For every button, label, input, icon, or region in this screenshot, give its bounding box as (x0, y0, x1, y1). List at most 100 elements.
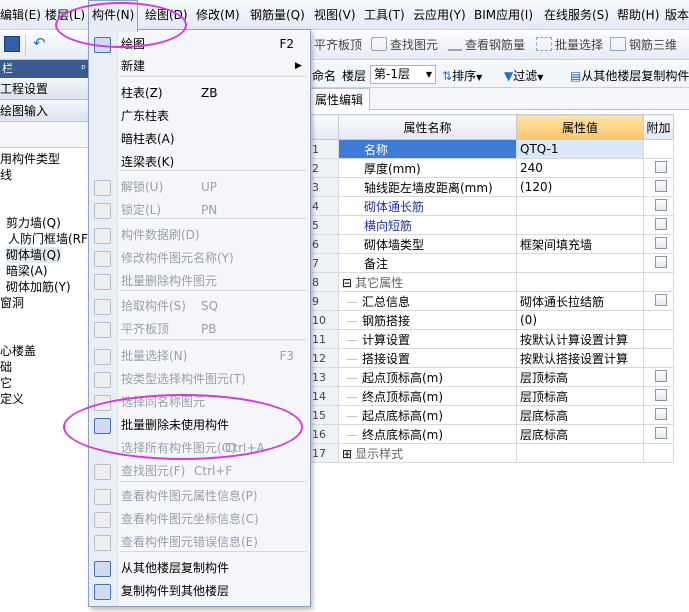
menu-bim[interactable]: BIM应用(I) (474, 0, 533, 30)
property-value-cell[interactable]: 层底标高 (516, 424, 644, 444)
property-value-cell[interactable] (516, 196, 644, 216)
property-name-cell[interactable]: — 起点底标高(m) (338, 405, 517, 425)
sort-button[interactable]: ⇅排序▼ (442, 67, 482, 84)
menu-version[interactable]: 版本 (665, 0, 689, 30)
menu-help[interactable]: 帮助(H) (617, 0, 659, 30)
table-row[interactable]: 8 ⊟ 其它属性 (308, 272, 674, 292)
property-value-cell[interactable]: 按默认搭接设置计算 (516, 348, 644, 368)
property-value-cell[interactable] (516, 272, 644, 292)
tree-item[interactable]: 线 (0, 167, 12, 183)
table-row[interactable]: 2 厚度(mm) 240 (308, 158, 674, 178)
menu-rebar-quantity[interactable]: 钢筋量(Q) (250, 0, 305, 30)
table-row[interactable]: 14 — 终点顶标高(m) 层顶标高 (308, 386, 674, 406)
rebar-3d-button[interactable]: 钢筋三维 (610, 37, 677, 53)
menu-modify[interactable]: 修改(M) (196, 0, 240, 30)
expand-icon[interactable]: ⊞ (342, 447, 352, 461)
extra-checkbox[interactable] (655, 389, 667, 401)
tree-item[interactable]: 剪力墙(Q) (6, 215, 61, 231)
extra-checkbox[interactable] (655, 370, 667, 382)
menu-tools[interactable]: 工具(T) (364, 0, 405, 30)
rename-button[interactable]: 命名 (312, 67, 336, 84)
table-row[interactable]: 1 名称 QTQ-1 (308, 139, 674, 159)
menu-item[interactable]: 新建 ▶ (89, 55, 310, 78)
property-name-cell[interactable]: — 计算设置 (338, 329, 517, 349)
menu-cloud[interactable]: 云应用(Y) (413, 0, 466, 30)
property-name-cell[interactable]: ⊟ 其它属性 (338, 272, 517, 292)
property-name-cell[interactable]: — 起点顶标高(m) (338, 367, 517, 387)
property-value-cell[interactable] (516, 215, 644, 235)
table-row[interactable]: 15 — 起点底标高(m) 层底标高 (308, 405, 674, 425)
property-value-cell[interactable]: 240 (516, 158, 644, 178)
extra-checkbox[interactable] (655, 218, 667, 230)
extra-checkbox[interactable] (655, 237, 667, 249)
table-row[interactable]: 12 — 搭接设置 按默认搭接设置计算 (308, 348, 674, 368)
property-name-cell[interactable]: — 终点顶标高(m) (338, 386, 517, 406)
pin-icon[interactable]: ᵖ (81, 60, 86, 78)
extra-checkbox[interactable] (655, 180, 667, 192)
property-name-cell[interactable]: 名称 (338, 139, 517, 159)
menu-floor[interactable]: 楼层(L) (45, 0, 85, 30)
tree-item[interactable]: 心楼盖 (0, 343, 36, 359)
menu-item[interactable]: 暗柱表(A) (89, 128, 310, 151)
extra-checkbox[interactable] (655, 408, 667, 420)
table-row[interactable]: 13 — 起点顶标高(m) 层顶标高 (308, 367, 674, 387)
property-value-cell[interactable] (516, 253, 644, 273)
property-name-cell[interactable]: — 搭接设置 (338, 348, 517, 368)
tab-drawing-input[interactable]: 绘图输入 (0, 100, 90, 122)
property-name-cell[interactable]: 轴线距左墙皮距离(mm) (338, 177, 517, 197)
menu-component[interactable]: 构件(N) (88, 0, 139, 32)
find-element-button[interactable]: 查找图元 (371, 37, 438, 53)
floor-select[interactable]: 第-1层 ▼ (370, 65, 436, 84)
property-name-cell[interactable]: 横向短筋 (338, 215, 517, 235)
table-row[interactable]: 17 ⊞ 显示样式 (308, 443, 674, 463)
align-slab-top-button[interactable]: 平齐板顶 (314, 37, 362, 53)
tree-item[interactable]: 定义 (0, 391, 24, 407)
tree-item[interactable]: 暗梁(A) (6, 263, 48, 279)
view-rebar-button[interactable]: 查看钢筋量 (448, 37, 525, 53)
undo-icon[interactable]: ↶ (33, 34, 46, 52)
menu-view[interactable]: 视图(V) (314, 0, 356, 30)
save-icon[interactable] (4, 36, 20, 52)
property-value-cell[interactable]: 按默认计算设置计算 (516, 329, 644, 349)
property-name-cell[interactable]: 砌体墙类型 (338, 234, 517, 254)
property-value-cell[interactable] (516, 443, 644, 463)
extra-checkbox[interactable] (655, 199, 667, 211)
property-value-cell[interactable]: (120) (516, 177, 644, 197)
menu-item[interactable]: 批量删除未使用构件 (89, 414, 310, 437)
menu-item[interactable]: 广东柱表 (89, 105, 310, 128)
table-row[interactable]: 5 横向短筋 (308, 215, 674, 235)
menu-draw[interactable]: 绘图(D) (145, 0, 188, 30)
property-name-cell[interactable]: — 汇总信息 (338, 291, 517, 311)
table-row[interactable]: 6 砌体墙类型 框架间填充墙 (308, 234, 674, 254)
property-value-cell[interactable]: 框架间填充墙 (516, 234, 644, 254)
table-row[interactable]: 9 — 汇总信息 砌体通长拉结筋 (308, 291, 674, 311)
property-name-cell[interactable]: 厚度(mm) (338, 158, 517, 178)
tab-project-settings[interactable]: 工程设置 (0, 78, 90, 100)
copy-from-floor-button[interactable]: ▤从其他楼层复制构件 (570, 67, 689, 84)
tree-item-selected[interactable]: 砌体墙(Q) (6, 247, 61, 263)
menu-online-service[interactable]: 在线服务(S) (544, 0, 609, 30)
menu-item[interactable]: 绘图 F2 (89, 33, 310, 56)
tree-item[interactable]: 砌体加筋(Y) (6, 279, 71, 295)
extra-checkbox[interactable] (655, 294, 667, 306)
property-value-cell[interactable]: 砌体通长拉结筋 (516, 291, 644, 311)
property-name-cell[interactable]: — 终点底标高(m) (338, 424, 517, 444)
property-name-cell[interactable]: — 钢筋搭接 (338, 310, 517, 330)
extra-checkbox[interactable] (655, 256, 667, 268)
table-row[interactable]: 16 — 终点底标高(m) 层底标高 (308, 424, 674, 444)
tab-property-edit[interactable]: 属性编辑 (308, 88, 371, 110)
menu-item[interactable]: 柱表(Z) ZB (89, 82, 310, 105)
extra-checkbox[interactable] (655, 161, 667, 173)
property-name-cell[interactable]: 砌体通长筋 (338, 196, 517, 216)
property-value-cell[interactable]: QTQ-1 (516, 139, 644, 159)
batch-select-button[interactable]: 批量选择 (536, 37, 603, 53)
property-value-cell[interactable]: 层底标高 (516, 405, 644, 425)
property-value-cell[interactable]: 层顶标高 (516, 367, 644, 387)
tree-item[interactable]: 础 (0, 359, 12, 375)
tree-item[interactable]: 用构件类型 (0, 151, 60, 167)
property-name-cell[interactable]: 备注 (338, 253, 517, 273)
table-row[interactable]: 11 — 计算设置 按默认计算设置计算 (308, 329, 674, 349)
menu-item[interactable]: 从其他楼层复制构件 (89, 557, 310, 580)
filter-button[interactable]: ▼过滤▼ (504, 67, 543, 84)
tree-item[interactable]: 它 (0, 375, 12, 391)
